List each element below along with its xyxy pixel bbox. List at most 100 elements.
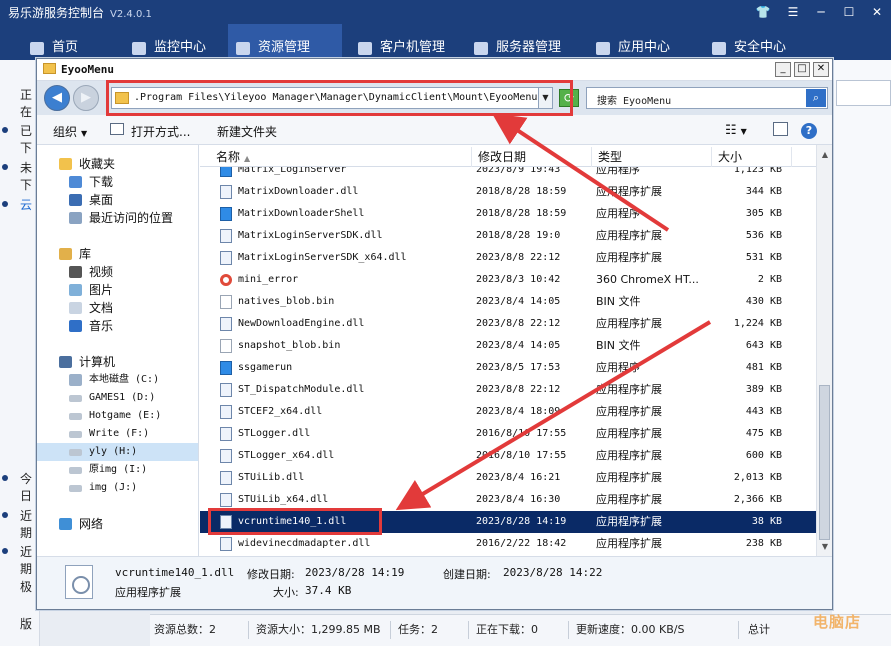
file-type: 应用程序扩展 <box>596 427 662 440</box>
sidebar-item[interactable]: 云 <box>20 196 32 213</box>
forward-button[interactable]: ▶ <box>73 85 99 111</box>
nav-tab-security[interactable]: 安全中心 <box>704 24 814 60</box>
scroll-down-icon[interactable]: ▼ <box>819 541 831 553</box>
nav-music[interactable]: 音乐 <box>37 317 198 335</box>
file-row[interactable]: mini_error 2023/8/3 10:42 360 ChromeX HT..… <box>200 269 816 291</box>
nav-videos[interactable]: 视频 <box>37 263 198 281</box>
file-row[interactable]: STLogger_x64.dll 2016/8/10 17:55 应用程序扩展 600… <box>200 445 816 467</box>
column-name[interactable]: 名称 ▲ <box>210 147 472 167</box>
dll-file-icon <box>220 251 232 265</box>
details-pane: vcruntime140_1.dll 修改日期: 2023/8/28 14:19… <box>37 556 832 609</box>
computer-icon <box>59 356 72 368</box>
app-sidebar: 正在 已下 未下 云 今日 近期 近期 极 版 <box>0 60 40 646</box>
nav-tab-apps[interactable]: 应用中心 <box>588 24 698 60</box>
dialog-title: EyooMenu <box>61 63 114 76</box>
file-row[interactable]: natives_blob.bin 2023/8/4 14:05 BIN 文件 430 … <box>200 291 816 313</box>
open-with-button[interactable]: 打开方式... <box>131 123 190 140</box>
nav-favorites[interactable]: 收藏夹 <box>37 155 198 173</box>
scroll-thumb[interactable] <box>819 385 830 540</box>
nav-network[interactable]: 网络 <box>37 515 198 533</box>
skin-icon[interactable]: 👕 <box>752 3 774 21</box>
nav-drive[interactable]: 本地磁盘 (C:) <box>37 371 198 389</box>
star-icon <box>59 158 72 170</box>
maximize-icon[interactable]: ☐ <box>838 3 860 21</box>
file-row[interactable]: MatrixLoginServerSDK.dll 2018/8/28 19:0 应用… <box>200 225 816 247</box>
file-date: 2023/8/4 14:05 <box>476 296 561 307</box>
column-date[interactable]: 修改日期 <box>472 147 592 167</box>
network-icon <box>59 518 72 530</box>
file-date: 2023/8/8 22:12 <box>476 318 561 329</box>
details-created-label: 创建日期: <box>443 568 491 581</box>
file-name: STLogger_x64.dll <box>238 450 335 461</box>
back-button[interactable]: ◀ <box>44 85 70 111</box>
app-nav: 首页 监控中心 资源管理 客户机管理 服务器管理 应用中心 安全中心 <box>0 24 891 60</box>
nav-drive[interactable]: 原img (I:) <box>37 461 198 479</box>
nav-pictures[interactable]: 图片 <box>37 281 198 299</box>
file-date: 2016/2/22 18:42 <box>476 538 567 549</box>
file-name: NewDownloadEngine.dll <box>238 318 365 329</box>
nav-computer[interactable]: 计算机 <box>37 353 198 371</box>
column-size[interactable]: 大小 <box>712 147 792 167</box>
file-row[interactable]: MatrixLoginServerSDK_x64.dll 2023/8/8 22:… <box>200 247 816 269</box>
organize-button[interactable]: 组织 ▼ <box>53 123 87 140</box>
menu-icon[interactable]: ☰ <box>782 3 804 21</box>
sidebar-item[interactable]: 版 <box>20 615 32 632</box>
search-icon[interactable]: ⌕ <box>806 89 826 107</box>
divider <box>738 621 739 639</box>
nav-drive[interactable]: img (J:) <box>37 479 198 497</box>
scroll-up-icon[interactable]: ▲ <box>819 149 831 161</box>
nav-documents[interactable]: 文档 <box>37 299 198 317</box>
file-row[interactable]: snapshot_blob.bin 2023/8/4 14:05 BIN 文件 643… <box>200 335 816 357</box>
close-button[interactable]: ✕ <box>813 62 829 77</box>
close-icon[interactable]: ✕ <box>866 3 888 21</box>
drive-icon <box>69 413 82 420</box>
file-date: 2016/8/10 17:55 <box>476 450 567 461</box>
nav-downloads[interactable]: 下载 <box>37 173 198 191</box>
file-type: 应用程序扩展 <box>596 515 662 528</box>
minimize-button[interactable]: _ <box>775 62 791 77</box>
address-highlight <box>106 80 573 116</box>
column-type[interactable]: 类型 <box>592 147 712 167</box>
preview-pane-icon[interactable] <box>773 122 788 136</box>
file-row[interactable]: STCEF2_x64.dll 2023/8/4 18:09 应用程序扩展 443 KB <box>200 401 816 423</box>
nav-desktop[interactable]: 桌面 <box>37 191 198 209</box>
bullet-icon <box>2 512 8 518</box>
nav-tab-home[interactable]: 首页 <box>22 24 112 60</box>
file-row[interactable]: STUiLib.dll 2023/8/4 16:21 应用程序扩展 2,013 KB <box>200 467 816 489</box>
new-folder-button[interactable]: 新建文件夹 <box>217 123 277 140</box>
nav-recent[interactable]: 最近访问的位置 <box>37 209 198 227</box>
file-row[interactable]: NewDownloadEngine.dll 2023/8/8 22:12 应用程序扩… <box>200 313 816 335</box>
file-row[interactable]: Matrix_LoginServer 2023/8/9 19:43 应用程序 1,12… <box>200 167 816 181</box>
file-row[interactable]: ssgamerun 2023/8/5 17:53 应用程序 481 KB <box>200 357 816 379</box>
file-row[interactable]: MatrixDownloader.dll 2018/8/28 18:59 应用程序扩… <box>200 181 816 203</box>
nav-tab-resources[interactable]: 资源管理 <box>228 24 342 60</box>
nav-drive[interactable]: Write (F:) <box>37 425 198 443</box>
file-row[interactable]: ST_DispatchModule.dll 2023/8/8 22:12 应用程序扩… <box>200 379 816 401</box>
search-input[interactable]: 搜索 EyooMenu ⌕ <box>586 87 828 109</box>
file-row[interactable]: widevinecdmadapter.dll 2016/2/22 18:42 应用程… <box>200 533 816 555</box>
file-size: 2,013 KB <box>733 472 782 483</box>
nav-tab-monitor[interactable]: 监控中心 <box>124 24 228 60</box>
file-date: 2018/8/28 18:59 <box>476 208 567 219</box>
vertical-scrollbar[interactable]: ▲ ▼ <box>816 145 832 556</box>
sidebar-item[interactable]: 极 <box>20 578 32 595</box>
file-type: 应用程序扩展 <box>596 317 662 330</box>
nav-tab-clients[interactable]: 客户机管理 <box>350 24 460 60</box>
file-date: 2023/8/4 16:30 <box>476 494 561 505</box>
nav-libraries[interactable]: 库 <box>37 245 198 263</box>
nav-drive[interactable]: yly (H:) <box>37 443 198 461</box>
view-options-icon[interactable]: ☷ ▼ <box>725 123 747 138</box>
file-date: 2018/8/28 19:0 <box>476 230 561 241</box>
filter-input[interactable] <box>836 80 891 106</box>
help-icon[interactable]: ? <box>801 123 817 139</box>
file-name: STLogger.dll <box>238 428 311 439</box>
file-row[interactable]: STLogger.dll 2016/8/10 17:55 应用程序扩展 475 KB <box>200 423 816 445</box>
nav-drive[interactable]: GAMES1 (D:) <box>37 389 198 407</box>
toolbar: 组织 ▼ 打开方式... 新建文件夹 ☷ ▼ <box>37 115 832 145</box>
nav-tab-servers[interactable]: 服务器管理 <box>466 24 582 60</box>
maximize-button[interactable]: □ <box>794 62 810 77</box>
nav-drive[interactable]: Hotgame (E:) <box>37 407 198 425</box>
minimize-icon[interactable]: ─ <box>810 3 832 21</box>
file-row[interactable]: MatrixDownloaderShell 2018/8/28 18:59 应用程序… <box>200 203 816 225</box>
file-list: 名称 ▲ 修改日期 类型 大小 Matrix_LoginServer 2023/8/… <box>200 145 832 556</box>
